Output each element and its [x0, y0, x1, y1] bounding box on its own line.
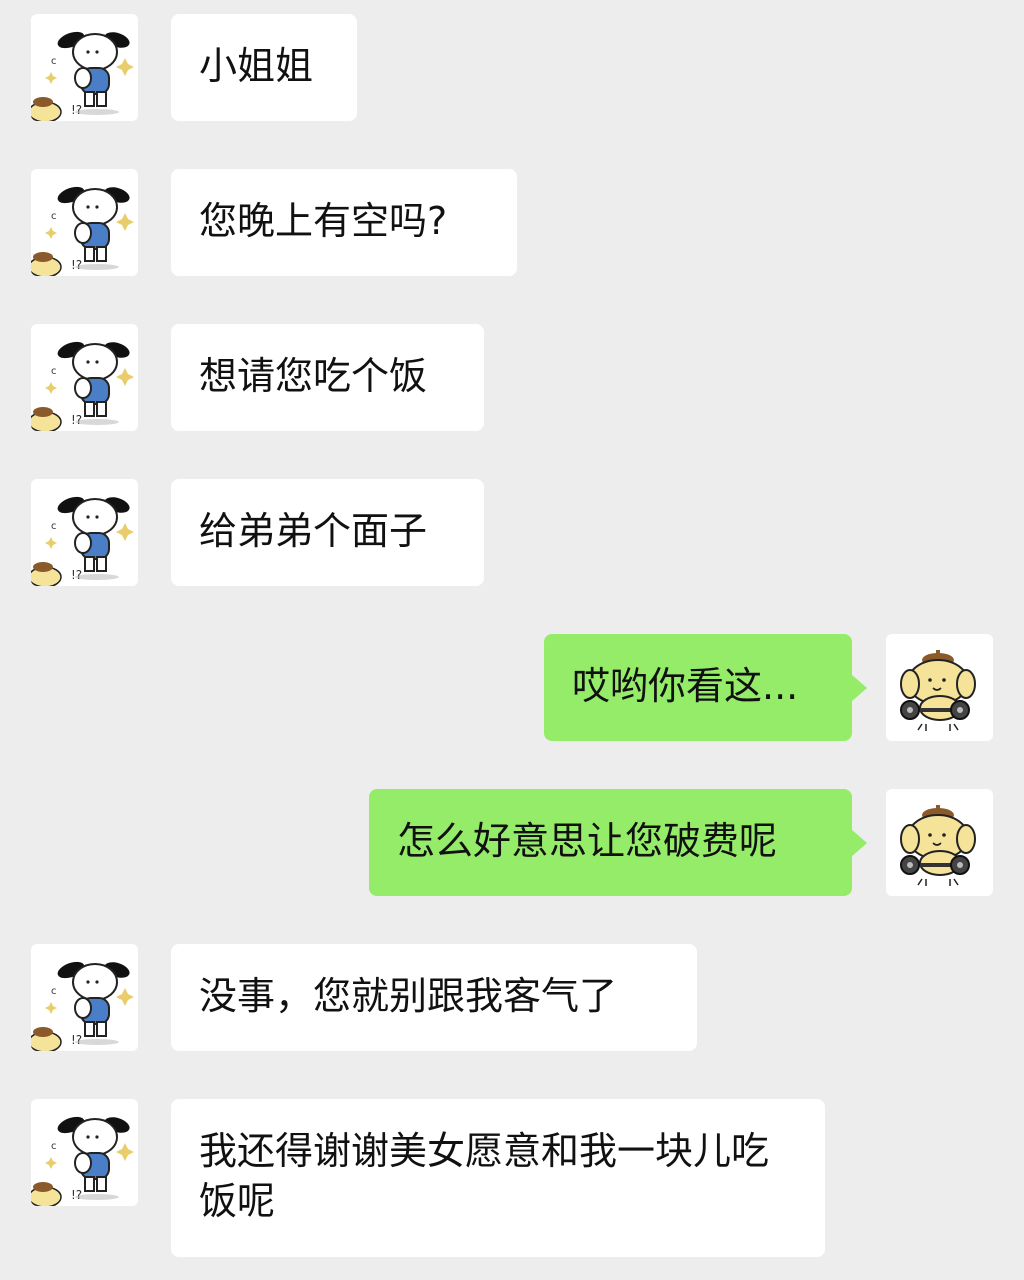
message-bubble-received[interactable]: 小姐姐 — [171, 14, 357, 121]
message-bubble-sent[interactable]: 哎哟你看这... — [544, 634, 867, 741]
message-bubble-received[interactable]: 给弟弟个面子 — [171, 479, 484, 586]
message-text: 哎哟你看这... — [572, 664, 799, 708]
user-avatar[interactable] — [886, 789, 993, 896]
message-text: 给弟弟个面子 — [199, 509, 428, 553]
pochacco-dog-icon — [31, 14, 138, 121]
pochacco-dog-icon — [31, 944, 138, 1051]
message-bubble-received[interactable]: 您晚上有空吗? — [171, 169, 517, 276]
message-text: 我还得谢谢美女愿意和我一块儿吃饭呢 — [199, 1129, 770, 1223]
pochacco-dog-icon — [31, 324, 138, 431]
chat-window: 小姐姐 您晚上有空吗? 想请您吃个饭 给弟弟个面子 哎哟你看这... 怎么好意思… — [0, 0, 1024, 1280]
message-text: 想请您吃个饭 — [199, 354, 428, 398]
contact-avatar[interactable] — [31, 1099, 138, 1206]
pochacco-dog-icon — [31, 479, 138, 586]
pochacco-dog-icon — [31, 1099, 138, 1206]
pompompurin-icon — [886, 634, 993, 741]
message-text: 没事，您就别跟我客气了 — [199, 974, 618, 1018]
contact-avatar[interactable] — [31, 324, 138, 431]
message-text: 小姐姐 — [199, 44, 314, 88]
contact-avatar[interactable] — [31, 944, 138, 1051]
message-text: 怎么好意思让您破费呢 — [397, 819, 778, 863]
message-text: 您晚上有空吗? — [199, 199, 448, 243]
user-avatar[interactable] — [886, 634, 993, 741]
contact-avatar[interactable] — [31, 479, 138, 586]
pochacco-dog-icon — [31, 169, 138, 276]
message-bubble-received[interactable]: 想请您吃个饭 — [171, 324, 484, 431]
message-bubble-received[interactable]: 没事，您就别跟我客气了 — [171, 944, 697, 1051]
pompompurin-icon — [886, 789, 993, 896]
message-bubble-sent[interactable]: 怎么好意思让您破费呢 — [369, 789, 867, 896]
contact-avatar[interactable] — [31, 169, 138, 276]
watermark-fade — [824, 1220, 1024, 1280]
contact-avatar[interactable] — [31, 14, 138, 121]
message-bubble-received[interactable]: 我还得谢谢美女愿意和我一块儿吃饭呢 — [171, 1099, 825, 1257]
